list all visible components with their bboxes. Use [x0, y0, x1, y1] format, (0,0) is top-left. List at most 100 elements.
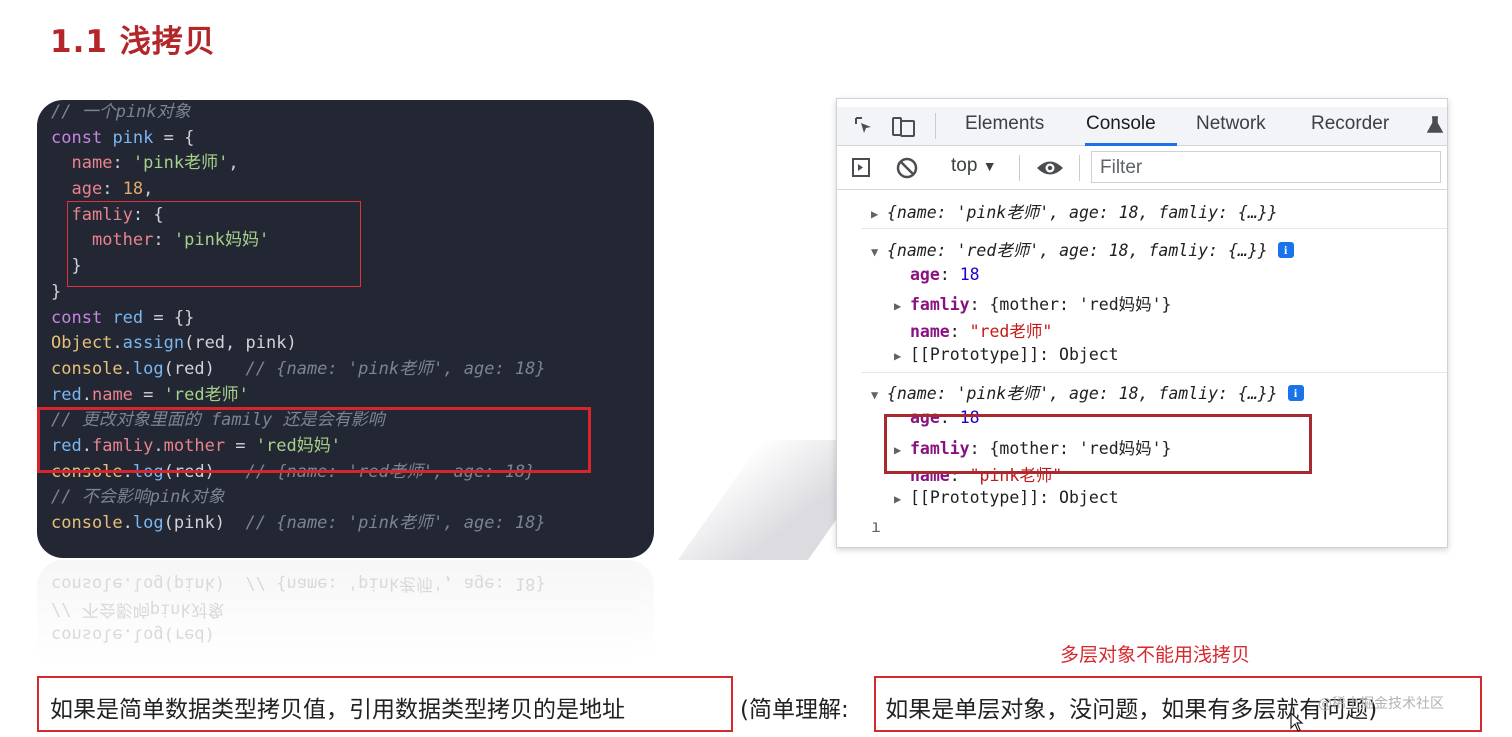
filter-input[interactable]: Filter — [1091, 151, 1441, 183]
toolbar-separator — [1019, 155, 1020, 181]
code-comment: // 不会影响pink对象 — [51, 599, 225, 620]
code-function: log — [132, 625, 164, 646]
code-args: (red, pink) — [184, 333, 297, 354]
console-prompt-caret[interactable]: ı — [871, 517, 881, 536]
code-line: // 更改对象里面的 family 还是会有影响 — [51, 408, 546, 434]
code-object: console — [51, 625, 123, 646]
prop-key: [[Prototype]] — [910, 488, 1040, 507]
code-comment: // 一个pink对象 — [51, 102, 191, 122]
code-line: } — [51, 254, 546, 280]
live-expression-icon[interactable] — [1035, 157, 1065, 179]
code-line: } — [51, 280, 546, 306]
code-string: 'pink老师' — [132, 153, 229, 174]
prop-prototype[interactable]: ▶ [[Prototype]]: Object — [894, 345, 1119, 364]
code-comment: // 不会影响pink对象 — [51, 487, 225, 508]
code-line: Object.assign(red, pink) — [51, 333, 297, 354]
prop-age: age: 18 — [910, 265, 980, 284]
code-comment: // {name: 'pink老师', age: 18} — [245, 513, 546, 533]
code-line: console.log(red) // {name: 'pink老师', age… — [51, 358, 546, 379]
prop-famliy[interactable]: ▶ famliy: {mother: 'red妈妈'} — [894, 291, 1172, 315]
prop-value: {mother: 'red妈妈'} — [989, 295, 1172, 314]
prop-value: "red老师" — [969, 322, 1053, 341]
code-comment: // {name: 'pink老师', age: 18} — [245, 358, 546, 379]
inspect-icon[interactable] — [853, 115, 875, 137]
code-line: red.name = 'red老师' — [51, 384, 249, 405]
code-line: // 一个pink对象 — [51, 100, 546, 126]
object-summary: {name: 'red老师', age: 18, famliy: {…}} — [887, 241, 1268, 260]
code-line: red.famliy.mother = 'red妈妈' — [51, 435, 341, 456]
code-number: 18 — [122, 179, 144, 200]
prop-value: Object — [1059, 488, 1119, 507]
tab-network[interactable]: Network — [1196, 113, 1266, 135]
prop-prototype[interactable]: ▶ [[Prototype]]: Object — [894, 488, 1119, 507]
object-summary: {name: 'pink老师', age: 18, famliy: {…}} — [887, 384, 1278, 403]
tab-recorder[interactable]: Recorder — [1311, 113, 1389, 135]
console-entry-pink-2[interactable]: ▼ {name: 'pink老师', age: 18, famliy: {…}} … — [871, 380, 1304, 404]
warning-caption: 多层对象不能用浅拷贝 — [1060, 644, 1251, 666]
code-property: name — [91, 384, 133, 405]
info-icon[interactable]: i — [1277, 242, 1294, 258]
collapse-triangle-icon[interactable]: ▼ — [871, 245, 887, 259]
code-args: (pink) — [163, 573, 226, 594]
code-punctuation: = { — [153, 127, 195, 148]
info-icon[interactable]: i — [1287, 385, 1304, 401]
code-panel-reflection: console.log(pink) // {name: 'pink老师', ag… — [37, 560, 654, 660]
code-function: log — [132, 461, 164, 482]
tab-elements[interactable]: Elements — [965, 113, 1044, 135]
console-entry-pink-1[interactable]: ▶ {name: 'pink老师', age: 18, famliy: {…}} — [871, 199, 1278, 223]
reflection-line: console.log(pink) // {name: 'pink老师', ag… — [51, 573, 546, 594]
code-function: log — [132, 513, 164, 533]
code-property: mother — [91, 230, 154, 251]
row-divider — [861, 372, 1447, 373]
code-property: age — [71, 179, 103, 200]
summary-text-left: 如果是简单数据类型拷贝值，引用数据类型拷贝的是地址 — [50, 697, 625, 723]
prop-key: name — [910, 322, 950, 341]
reflection-line: console.log(red) — [51, 625, 215, 646]
prop-key: age — [910, 265, 940, 284]
slide-title: 1.1 浅拷贝 — [50, 24, 216, 60]
code-line: mother: 'pink妈妈' — [91, 230, 270, 251]
prop-key: famliy — [910, 295, 970, 314]
reflection-line: // 不会影响pink对象 — [51, 596, 546, 622]
code-property: famliy — [91, 435, 154, 456]
code-comment: // 更改对象里面的 family 还是会有影响 — [51, 410, 385, 431]
summary-text-middle: (简单理解: — [740, 697, 849, 723]
row-divider — [861, 228, 1447, 229]
code-keyword: const — [51, 307, 103, 328]
reflection-lines: console.log(pink) // {name: 'pink老师', ag… — [51, 570, 546, 647]
code-args: (red) — [163, 625, 215, 646]
code-object: console — [51, 573, 123, 594]
code-punctuation: } — [71, 256, 82, 277]
expand-triangle-icon[interactable]: ▶ — [894, 299, 910, 313]
expand-triangle-icon[interactable]: ▶ — [871, 207, 887, 221]
code-property: famliy — [71, 204, 133, 225]
code-string: 'red老师' — [163, 384, 249, 405]
code-object: Object — [51, 333, 113, 354]
context-selector[interactable]: top ▼ — [951, 155, 997, 177]
chevron-down-icon: ▼ — [982, 158, 997, 174]
code-line: famliy: { — [71, 204, 164, 225]
watermark: @稀土掘金技术社区 — [1318, 696, 1444, 712]
collapse-triangle-icon[interactable]: ▼ — [871, 388, 887, 402]
devtools-panel: Elements Console Network Recorder top ▼ … — [836, 98, 1448, 548]
prop-value: 18 — [959, 265, 980, 284]
code-property: mother — [163, 435, 226, 456]
tab-console[interactable]: Console — [1086, 113, 1156, 135]
code-object: console — [51, 461, 123, 482]
code-line: age: 18, — [71, 179, 154, 200]
toolbar-separator — [1079, 155, 1080, 181]
prop-key: [[Prototype]] — [910, 345, 1040, 364]
expand-triangle-icon[interactable]: ▶ — [894, 349, 910, 363]
code-string: 'red妈妈' — [255, 435, 341, 456]
code-function: log — [132, 358, 164, 379]
device-toolbar-icon[interactable] — [891, 115, 917, 139]
code-function: log — [132, 573, 164, 594]
code-variable: red — [51, 435, 82, 456]
code-comment: // {name: 'red老师', age: 18} — [245, 461, 536, 482]
code-line: // 不会影响pink对象 — [51, 485, 546, 511]
console-entry-red[interactable]: ▼ {name: 'red老师', age: 18, famliy: {…}} i — [871, 237, 1294, 261]
sidebar-toggle-icon[interactable] — [851, 157, 873, 179]
expand-triangle-icon[interactable]: ▶ — [894, 492, 910, 506]
clear-console-icon[interactable] — [895, 156, 919, 180]
code-args: (red) — [163, 461, 215, 482]
